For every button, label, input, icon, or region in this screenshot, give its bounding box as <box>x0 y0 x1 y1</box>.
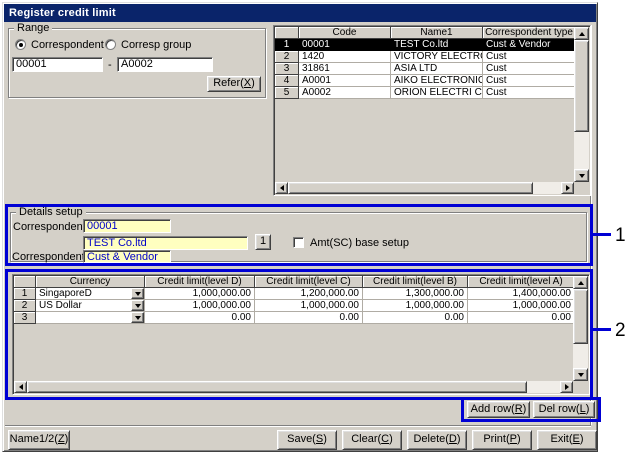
cell-name: ORION ELECTRI CO LT <box>391 87 483 99</box>
table-row-selected[interactable]: 1 00001 TEST Co.ltd Cust & Vendor <box>275 39 576 51</box>
row-number: 1 <box>275 39 299 51</box>
scrollbar-thumb[interactable] <box>288 182 533 194</box>
correspondent-table-header: Code Name1 Correspondent type <box>275 27 576 39</box>
row-number: 5 <box>275 87 299 99</box>
scroll-up-icon <box>579 32 585 36</box>
table-row[interactable]: 2 1420 VICTORY ELECTRON 1 Cust <box>275 51 576 63</box>
corresp-group-radio-label[interactable]: Corresp group <box>121 39 191 51</box>
range-legend: Range <box>14 23 52 34</box>
cell-code: 31861 <box>299 63 391 75</box>
cell-code: 00001 <box>299 39 391 51</box>
table-vertical-scrollbar[interactable] <box>574 27 589 182</box>
cell-name: AIKO ELECTRONICS <box>391 75 483 87</box>
clear-button[interactable]: Clear(C) <box>342 430 402 450</box>
cell-name: ASIA LTD <box>391 63 483 75</box>
header-correspondent-type: Correspondent type <box>483 27 576 39</box>
cell-code: 1420 <box>299 51 391 63</box>
range-from-input[interactable]: 00001 <box>12 57 103 72</box>
cell-type: Cust <box>483 51 576 63</box>
range-to-input[interactable]: A0002 <box>117 57 213 72</box>
row-number: 3 <box>275 63 299 75</box>
annotation-connector-1 <box>593 233 611 236</box>
cell-type: Cust <box>483 87 576 99</box>
scroll-down-button[interactable] <box>574 169 589 182</box>
header-rownum <box>275 27 299 39</box>
print-button[interactable]: Print(P) <box>472 430 532 450</box>
correspondent-table: Code Name1 Correspondent type 1 00001 TE… <box>273 25 591 196</box>
table-row[interactable]: 4 A0001 AIKO ELECTRONICS Cust <box>275 75 576 87</box>
annotation-box-2 <box>5 269 593 400</box>
annotation-label-2: 2 <box>615 320 626 342</box>
row-number: 2 <box>275 51 299 63</box>
exit-button[interactable]: Exit(E) <box>537 430 597 450</box>
cell-name: TEST Co.ltd <box>391 39 483 51</box>
corresp-group-radio[interactable] <box>105 39 116 50</box>
table-horizontal-scrollbar[interactable] <box>275 182 574 194</box>
range-separator: - <box>108 59 112 71</box>
scroll-left-button[interactable] <box>275 182 288 194</box>
cell-type: Cust & Vendor <box>483 39 576 51</box>
scroll-left-icon <box>280 185 284 191</box>
save-button[interactable]: Save(S) <box>277 430 337 450</box>
cell-code: A0001 <box>299 75 391 87</box>
cell-type: Cust <box>483 63 576 75</box>
annotation-box-rowbuttons <box>461 397 601 422</box>
row-number: 4 <box>275 75 299 87</box>
correspondent-radio-label[interactable]: Correspondent <box>31 39 104 51</box>
correspondent-radio[interactable] <box>15 39 26 50</box>
scroll-down-icon <box>579 174 585 178</box>
annotation-connector-2 <box>593 328 611 331</box>
scroll-right-button[interactable] <box>561 182 574 194</box>
annotation-box-1 <box>5 204 593 266</box>
scrollbar-corner <box>574 182 589 194</box>
cell-name: VICTORY ELECTRON 1 <box>391 51 483 63</box>
annotation-label-1: 1 <box>615 225 626 247</box>
window-title: Register credit limit <box>9 7 116 19</box>
title-bar: Register credit limit <box>4 4 596 22</box>
table-row[interactable]: 5 A0002 ORION ELECTRI CO LT Cust <box>275 87 576 99</box>
name12-button[interactable]: Name1/2(Z) <box>8 430 70 450</box>
cell-type: Cust <box>483 75 576 87</box>
delete-button[interactable]: Delete(D) <box>407 430 467 450</box>
refer-button[interactable]: Refer(X) <box>207 76 261 92</box>
table-row[interactable]: 3 31861 ASIA LTD Cust <box>275 63 576 75</box>
radio-dot-icon <box>19 43 23 47</box>
scroll-right-icon <box>566 185 570 191</box>
scrollbar-thumb[interactable] <box>574 40 589 132</box>
panel-bottom-edge <box>5 425 591 427</box>
header-code: Code <box>299 27 391 39</box>
scroll-up-button[interactable] <box>574 27 589 40</box>
header-name1: Name1 <box>391 27 483 39</box>
cell-code: A0002 <box>299 87 391 99</box>
